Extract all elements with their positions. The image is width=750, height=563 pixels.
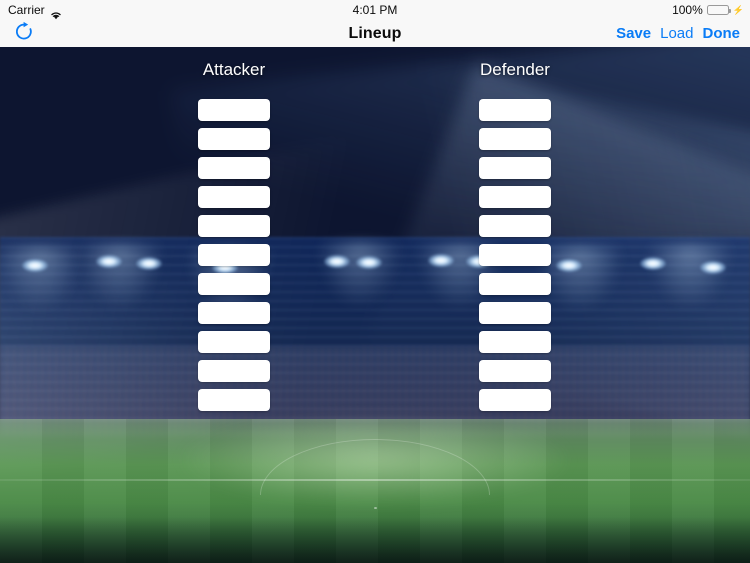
player-name-input[interactable] <box>479 331 551 353</box>
player-name-input[interactable] <box>198 389 270 411</box>
player-name-input[interactable] <box>479 215 551 237</box>
player-name-input[interactable] <box>479 99 551 121</box>
player-name-input[interactable] <box>198 215 270 237</box>
player-name-input[interactable] <box>479 360 551 382</box>
lineup-columns: Attacker Defender <box>0 0 750 563</box>
player-name-input[interactable] <box>198 244 270 266</box>
player-name-input[interactable] <box>198 99 270 121</box>
defender-slot-list <box>415 99 615 418</box>
player-name-input[interactable] <box>198 157 270 179</box>
attacker-slot-list <box>134 99 334 418</box>
player-name-input[interactable] <box>479 273 551 295</box>
player-name-input[interactable] <box>198 186 270 208</box>
player-name-input[interactable] <box>479 186 551 208</box>
attacker-column-header: Attacker <box>202 60 266 79</box>
defender-column-header: Defender <box>480 60 550 79</box>
player-name-input[interactable] <box>479 302 551 324</box>
player-name-input[interactable] <box>198 302 270 324</box>
player-name-input[interactable] <box>198 273 270 295</box>
player-name-input[interactable] <box>479 157 551 179</box>
player-name-input[interactable] <box>479 128 551 150</box>
player-name-input[interactable] <box>479 244 551 266</box>
player-name-input[interactable] <box>198 128 270 150</box>
lineup-app-screen: Carrier 4:01 PM 100% ⚡ Lineup Save Load … <box>0 0 750 563</box>
player-name-input[interactable] <box>479 389 551 411</box>
player-name-input[interactable] <box>198 331 270 353</box>
player-name-input[interactable] <box>198 360 270 382</box>
